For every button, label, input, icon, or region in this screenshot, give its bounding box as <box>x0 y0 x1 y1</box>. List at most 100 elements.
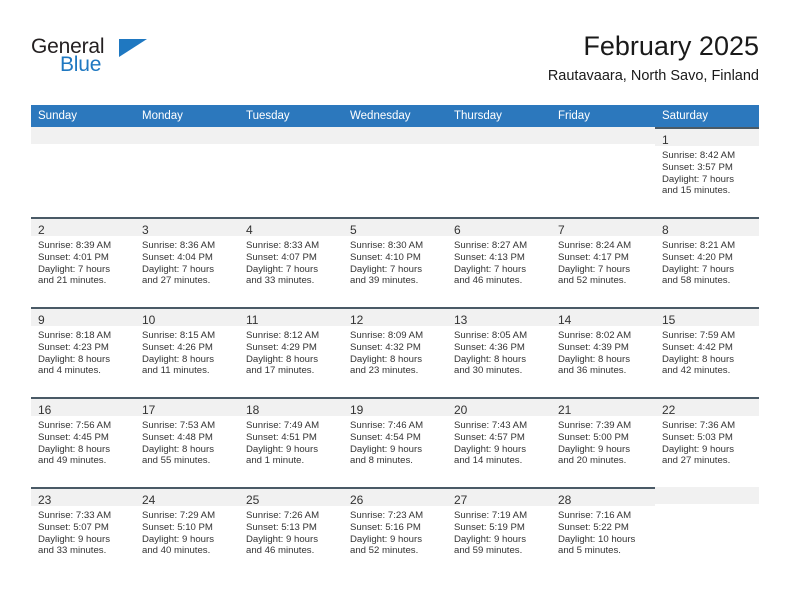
day-details: Sunrise: 8:24 AM Sunset: 4:17 PM Daylight:… <box>551 236 655 287</box>
day-cell[interactable]: 23 Sunrise: 7:33 AM Sunset: 5:07 PM Dayligh… <box>31 487 135 577</box>
sunset-text: Sunset: 4:23 PM <box>38 341 109 353</box>
daylight-text-line1: Daylight: 7 hours <box>350 263 422 275</box>
sunset-text: Sunset: 5:10 PM <box>142 521 213 533</box>
day-cell[interactable]: 15 Sunrise: 7:59 AM Sunset: 4:42 PM Dayligh… <box>655 307 759 397</box>
day-number: 15 <box>662 313 676 327</box>
day-number: 5 <box>350 223 357 237</box>
sunset-text: Sunset: 4:36 PM <box>454 341 525 353</box>
day-cell[interactable]: 12 Sunrise: 8:09 AM Sunset: 4:32 PM Dayligh… <box>343 307 447 397</box>
sunset-text: Sunset: 4:45 PM <box>38 431 109 443</box>
day-number: 9 <box>38 313 45 327</box>
day-cell[interactable]: 28 Sunrise: 7:16 AM Sunset: 5:22 PM Dayligh… <box>551 487 655 577</box>
day-number-band: 23 <box>31 489 135 507</box>
daylight-text-line2: and 40 minutes. <box>142 545 211 557</box>
daylight-text-line1: Daylight: 8 hours <box>558 353 630 365</box>
day-details: Sunrise: 8:36 AM Sunset: 4:04 PM Daylight:… <box>135 236 239 287</box>
daylight-text-line2: and 17 minutes. <box>246 365 315 377</box>
sunset-text: Sunset: 4:29 PM <box>246 341 317 353</box>
day-details: Sunrise: 7:56 AM Sunset: 4:45 PM Daylight:… <box>31 416 135 467</box>
day-details: Sunrise: 8:21 AM Sunset: 4:20 PM Daylight:… <box>655 236 759 287</box>
day-cell[interactable]: 21 Sunrise: 7:39 AM Sunset: 5:00 PM Dayligh… <box>551 397 655 487</box>
weekday-header-friday: Friday <box>551 105 655 127</box>
day-cell[interactable]: 20 Sunrise: 7:43 AM Sunset: 4:57 PM Dayligh… <box>447 397 551 487</box>
day-number: 27 <box>454 493 468 507</box>
daylight-text-line2: and 58 minutes. <box>662 275 731 287</box>
day-cell[interactable]: 6 Sunrise: 8:27 AM Sunset: 4:13 PM Daylight… <box>447 217 551 307</box>
day-number-band: 11 <box>239 309 343 327</box>
day-cell[interactable]: 24 Sunrise: 7:29 AM Sunset: 5:10 PM Dayligh… <box>135 487 239 577</box>
daylight-text-line2: and 46 minutes. <box>454 275 523 287</box>
calendar-cell: 26 Sunrise: 7:23 AM Sunset: 5:16 PM Dayligh… <box>343 487 447 577</box>
day-cell[interactable]: 7 Sunrise: 8:24 AM Sunset: 4:17 PM Daylight… <box>551 217 655 307</box>
calendar-cell: 28 Sunrise: 7:16 AM Sunset: 5:22 PM Dayligh… <box>551 487 655 577</box>
sunrise-text: Sunrise: 8:42 AM <box>662 150 736 161</box>
general-blue-logo[interactable]: General Blue <box>31 36 151 84</box>
day-cell[interactable]: 26 Sunrise: 7:23 AM Sunset: 5:16 PM Dayligh… <box>343 487 447 577</box>
calendar-cell: 8 Sunrise: 8:21 AM Sunset: 4:20 PM Daylight… <box>655 217 759 307</box>
day-details: Sunrise: 7:49 AM Sunset: 4:51 PM Daylight:… <box>239 416 343 467</box>
daylight-text-line1: Daylight: 9 hours <box>38 533 110 545</box>
day-cell[interactable]: 2 Sunrise: 8:39 AM Sunset: 4:01 PM Daylight… <box>31 217 135 307</box>
sunrise-text: Sunrise: 8:18 AM <box>38 330 112 341</box>
sunrise-text: Sunrise: 7:43 AM <box>454 420 528 431</box>
daylight-text-line1: Daylight: 9 hours <box>246 443 318 455</box>
day-cell[interactable]: 18 Sunrise: 7:49 AM Sunset: 4:51 PM Dayligh… <box>239 397 343 487</box>
day-cell[interactable]: 14 Sunrise: 8:02 AM Sunset: 4:39 PM Dayligh… <box>551 307 655 397</box>
day-cell[interactable]: 19 Sunrise: 7:46 AM Sunset: 4:54 PM Dayligh… <box>343 397 447 487</box>
calendar-cell <box>135 127 239 217</box>
weekday-header-monday: Monday <box>135 105 239 127</box>
sunrise-text: Sunrise: 7:26 AM <box>246 510 320 521</box>
day-details: Sunrise: 7:39 AM Sunset: 5:00 PM Daylight:… <box>551 416 655 467</box>
day-cell[interactable]: 10 Sunrise: 8:15 AM Sunset: 4:26 PM Dayligh… <box>135 307 239 397</box>
daylight-text-line2: and 5 minutes. <box>558 545 621 557</box>
daylight-text-line2: and 30 minutes. <box>454 365 523 377</box>
day-cell[interactable]: 9 Sunrise: 8:18 AM Sunset: 4:23 PM Daylight… <box>31 307 135 397</box>
day-cell[interactable]: 3 Sunrise: 8:36 AM Sunset: 4:04 PM Daylight… <box>135 217 239 307</box>
day-number-band: 27 <box>447 489 551 507</box>
title-block: February 2025 Rautavaara, North Savo, Fi… <box>548 30 759 85</box>
daylight-text-line2: and 36 minutes. <box>558 365 627 377</box>
day-number-band <box>655 487 759 504</box>
daylight-text-line2: and 49 minutes. <box>38 455 107 467</box>
day-number: 25 <box>246 493 260 507</box>
daylight-text-line1: Daylight: 9 hours <box>142 533 214 545</box>
day-number-band <box>447 127 551 144</box>
day-number-band: 12 <box>343 309 447 327</box>
calendar-cell: 20 Sunrise: 7:43 AM Sunset: 4:57 PM Dayligh… <box>447 397 551 487</box>
sunrise-text: Sunrise: 8:27 AM <box>454 240 528 251</box>
sunrise-text: Sunrise: 7:59 AM <box>662 330 736 341</box>
day-cell[interactable]: 25 Sunrise: 7:26 AM Sunset: 5:13 PM Dayligh… <box>239 487 343 577</box>
calendar-week-row: 23 Sunrise: 7:33 AM Sunset: 5:07 PM Dayligh… <box>31 487 759 577</box>
daylight-text-line2: and 27 minutes. <box>662 455 731 467</box>
day-number-band: 13 <box>447 309 551 327</box>
day-cell[interactable]: 4 Sunrise: 8:33 AM Sunset: 4:07 PM Daylight… <box>239 217 343 307</box>
day-cell[interactable]: 17 Sunrise: 7:53 AM Sunset: 4:48 PM Dayligh… <box>135 397 239 487</box>
day-details: Sunrise: 7:46 AM Sunset: 4:54 PM Daylight:… <box>343 416 447 467</box>
day-cell[interactable]: 16 Sunrise: 7:56 AM Sunset: 4:45 PM Dayligh… <box>31 397 135 487</box>
day-details: Sunrise: 8:05 AM Sunset: 4:36 PM Daylight:… <box>447 326 551 377</box>
weekday-header-sunday: Sunday <box>31 105 135 127</box>
day-cell[interactable]: 11 Sunrise: 8:12 AM Sunset: 4:29 PM Dayligh… <box>239 307 343 397</box>
daylight-text-line2: and 33 minutes. <box>246 275 315 287</box>
day-number-band: 7 <box>551 219 655 237</box>
day-number-band: 19 <box>343 399 447 417</box>
day-details: Sunrise: 7:29 AM Sunset: 5:10 PM Daylight:… <box>135 506 239 557</box>
day-number-band: 25 <box>239 489 343 507</box>
day-cell[interactable]: 22 Sunrise: 7:36 AM Sunset: 5:03 PM Dayligh… <box>655 397 759 487</box>
day-details: Sunrise: 8:33 AM Sunset: 4:07 PM Daylight:… <box>239 236 343 287</box>
day-cell[interactable]: 13 Sunrise: 8:05 AM Sunset: 4:36 PM Dayligh… <box>447 307 551 397</box>
sunset-text: Sunset: 4:04 PM <box>142 251 213 263</box>
sunset-text: Sunset: 4:57 PM <box>454 431 525 443</box>
daylight-text-line2: and 33 minutes. <box>38 545 107 557</box>
day-number-band: 3 <box>135 219 239 237</box>
daylight-text-line1: Daylight: 8 hours <box>142 353 214 365</box>
day-cell[interactable]: 8 Sunrise: 8:21 AM Sunset: 4:20 PM Daylight… <box>655 217 759 307</box>
day-cell[interactable]: 5 Sunrise: 8:30 AM Sunset: 4:10 PM Daylight… <box>343 217 447 307</box>
sunrise-text: Sunrise: 8:30 AM <box>350 240 424 251</box>
day-number-band: 17 <box>135 399 239 417</box>
day-cell[interactable]: 1 Sunrise: 8:42 AM Sunset: 3:57 PM Daylight… <box>655 127 759 217</box>
day-cell-empty <box>551 127 655 217</box>
day-cell[interactable]: 27 Sunrise: 7:19 AM Sunset: 5:19 PM Dayligh… <box>447 487 551 577</box>
page-header: General Blue February 2025 Rautavaara, N… <box>31 30 759 100</box>
sunset-text: Sunset: 4:07 PM <box>246 251 317 263</box>
